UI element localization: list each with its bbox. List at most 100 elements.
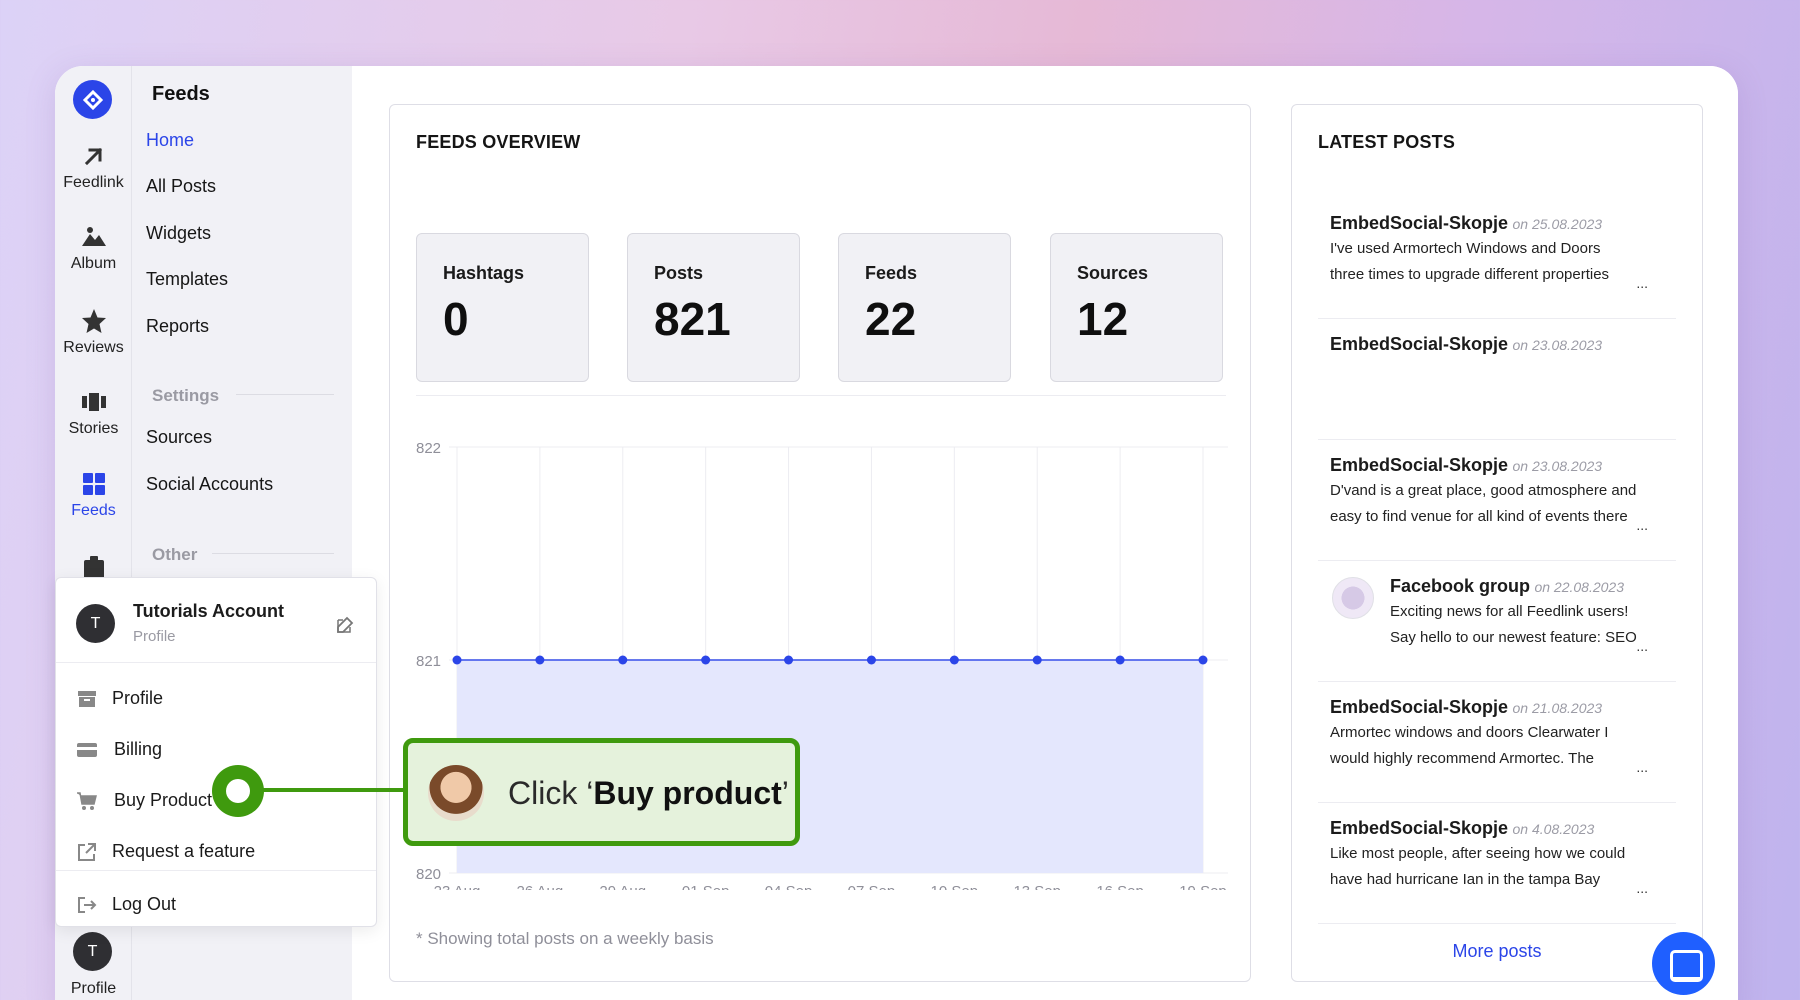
post-date: on 23.08.2023 [1512,458,1603,474]
post-date: on 22.08.2023 [1534,579,1624,595]
post-author: EmbedSocial-Skopje [1330,213,1509,233]
nav-link-widgets[interactable]: Widgets [146,223,211,244]
more-posts-link[interactable]: More posts [1292,941,1702,962]
mountain-icon [81,227,106,246]
post-separator [1318,802,1676,803]
nav-link-sources[interactable]: Sources [146,427,212,448]
app-logo-icon[interactable] [73,80,112,119]
rail-item-label: Album [70,255,117,272]
post-separator [1318,560,1676,561]
rail-item-feedlink[interactable]: Feedlink [55,142,132,192]
tutorial-callout: Click ‘Buy product’ [403,738,800,846]
x-tick-label: 23 Aug [434,883,481,890]
menu-item-label: Log Out [112,894,177,914]
callout-connector [262,788,405,792]
nav-link-templates[interactable]: Templates [146,269,228,290]
post-item[interactable]: EmbedSocial-Skopje on 25.08.2023 I've us… [1330,213,1648,291]
rail-item-label: Feeds [71,502,116,519]
chat-launcher-button[interactable] [1652,932,1715,995]
menu-item-label: Request a feature [112,841,256,861]
stat-posts: Posts 821 [627,233,800,382]
cart-icon [77,792,97,810]
post-avatar [1332,577,1374,619]
nav-link-home[interactable]: Home [146,130,194,151]
post-text-line: have had hurricane Ian in the tampa Bay [1330,871,1601,888]
avatar-initial: T [90,614,101,632]
post-author: EmbedSocial-Skopje [1330,455,1509,475]
x-tick-label: 13 Sep [1013,883,1061,890]
post-ellipsis: ... [1636,638,1648,654]
stat-value: 12 [1077,293,1129,345]
post-text-line: Say hello to our newest feature: SEO [1390,629,1637,646]
callout-text: Click ‘Buy product’ [508,775,789,812]
x-tick-label: 04 Sep [765,883,813,890]
menu-divider [56,870,376,871]
post-item[interactable]: Facebook group on 22.08.2023 Exciting ne… [1390,576,1648,654]
data-point [949,655,959,665]
y-tick-label: 821 [416,653,441,670]
subnav-heading: Feeds [152,83,210,105]
account-avatar: T [76,604,115,643]
post-author: EmbedSocial-Skopje [1330,697,1509,717]
stat-label: Posts [654,263,704,283]
rail-item-label: Reviews [63,339,124,356]
rail-item-album[interactable]: Album [55,223,132,273]
post-item[interactable]: EmbedSocial-Skopje on 4.08.2023 Like mos… [1330,818,1648,896]
feeds-overview-card: FEEDS OVERVIEW Hashtags 0 Posts 821 Feed… [389,104,1251,982]
rail-item-reviews[interactable]: Reviews [55,307,132,357]
post-date: on 21.08.2023 [1512,700,1603,716]
chart-footnote: * Showing total posts on a weekly basis [416,929,714,948]
edit-icon[interactable] [335,615,355,635]
account-subtitle: Profile [133,628,176,645]
data-point [866,655,876,665]
data-point [452,655,462,665]
post-item[interactable]: EmbedSocial-Skopje on 23.08.2023 D'vand … [1330,455,1648,533]
x-tick-label: 07 Sep [848,883,896,890]
click-target-ring [212,765,264,817]
overview-title: FEEDS OVERVIEW [416,132,581,152]
post-text-line: D'vand is a great place, good atmosphere… [1330,482,1637,499]
rail-item-feeds[interactable]: Feeds [55,470,132,520]
nav-link-social-accounts[interactable]: Social Accounts [146,474,273,495]
post-item[interactable]: EmbedSocial-Skopje on 23.08.2023 [1330,334,1648,355]
post-ellipsis: ... [1636,759,1648,775]
post-separator [1318,439,1676,440]
external-link-icon [78,843,96,861]
post-author: Facebook group [1390,576,1531,596]
x-tick-label: 16 Sep [1096,883,1144,890]
stat-value: 22 [865,293,917,345]
data-point [701,655,711,665]
data-point [1032,655,1042,665]
account-menu: T Tutorials Account Profile Profile Bill… [55,577,377,927]
overview-divider [416,395,1226,396]
nav-link-reports[interactable]: Reports [146,316,209,337]
post-ellipsis: ... [1636,517,1648,533]
star-icon [81,309,106,333]
menu-item-label: Profile [112,688,164,708]
data-point [535,655,545,665]
post-text-line: Like most people, after seeing how we co… [1330,845,1626,862]
rail-item-label: Feedlink [63,174,124,191]
post-ellipsis: ... [1636,275,1648,291]
stat-label: Feeds [865,263,918,283]
x-tick-label: 29 Aug [599,883,646,890]
post-item[interactable]: EmbedSocial-Skopje on 21.08.2023 Armorte… [1330,697,1648,775]
grid-icon [82,473,105,495]
account-name: Tutorials Account [133,601,285,621]
nav-link-all-posts[interactable]: All Posts [146,176,216,197]
settings-heading: Settings [152,386,220,405]
guide-avatar [428,765,484,821]
post-ellipsis: ... [1636,880,1648,896]
rail-item-stories[interactable]: Stories [55,388,132,438]
x-tick-label: 10 Sep [931,883,979,890]
latest-posts-title: LATEST POSTS [1318,132,1456,152]
x-tick-label: 01 Sep [682,883,730,890]
post-date: on 23.08.2023 [1512,337,1603,353]
callout-bold: Buy product [593,775,782,811]
post-text-line: three times to upgrade different propert… [1330,266,1610,283]
callout-suffix: ’ [781,775,789,811]
rail-profile-avatar[interactable]: T [73,932,112,971]
rail-profile-label[interactable]: Profile [55,980,132,998]
other-divider [212,553,334,554]
data-point [784,655,794,665]
